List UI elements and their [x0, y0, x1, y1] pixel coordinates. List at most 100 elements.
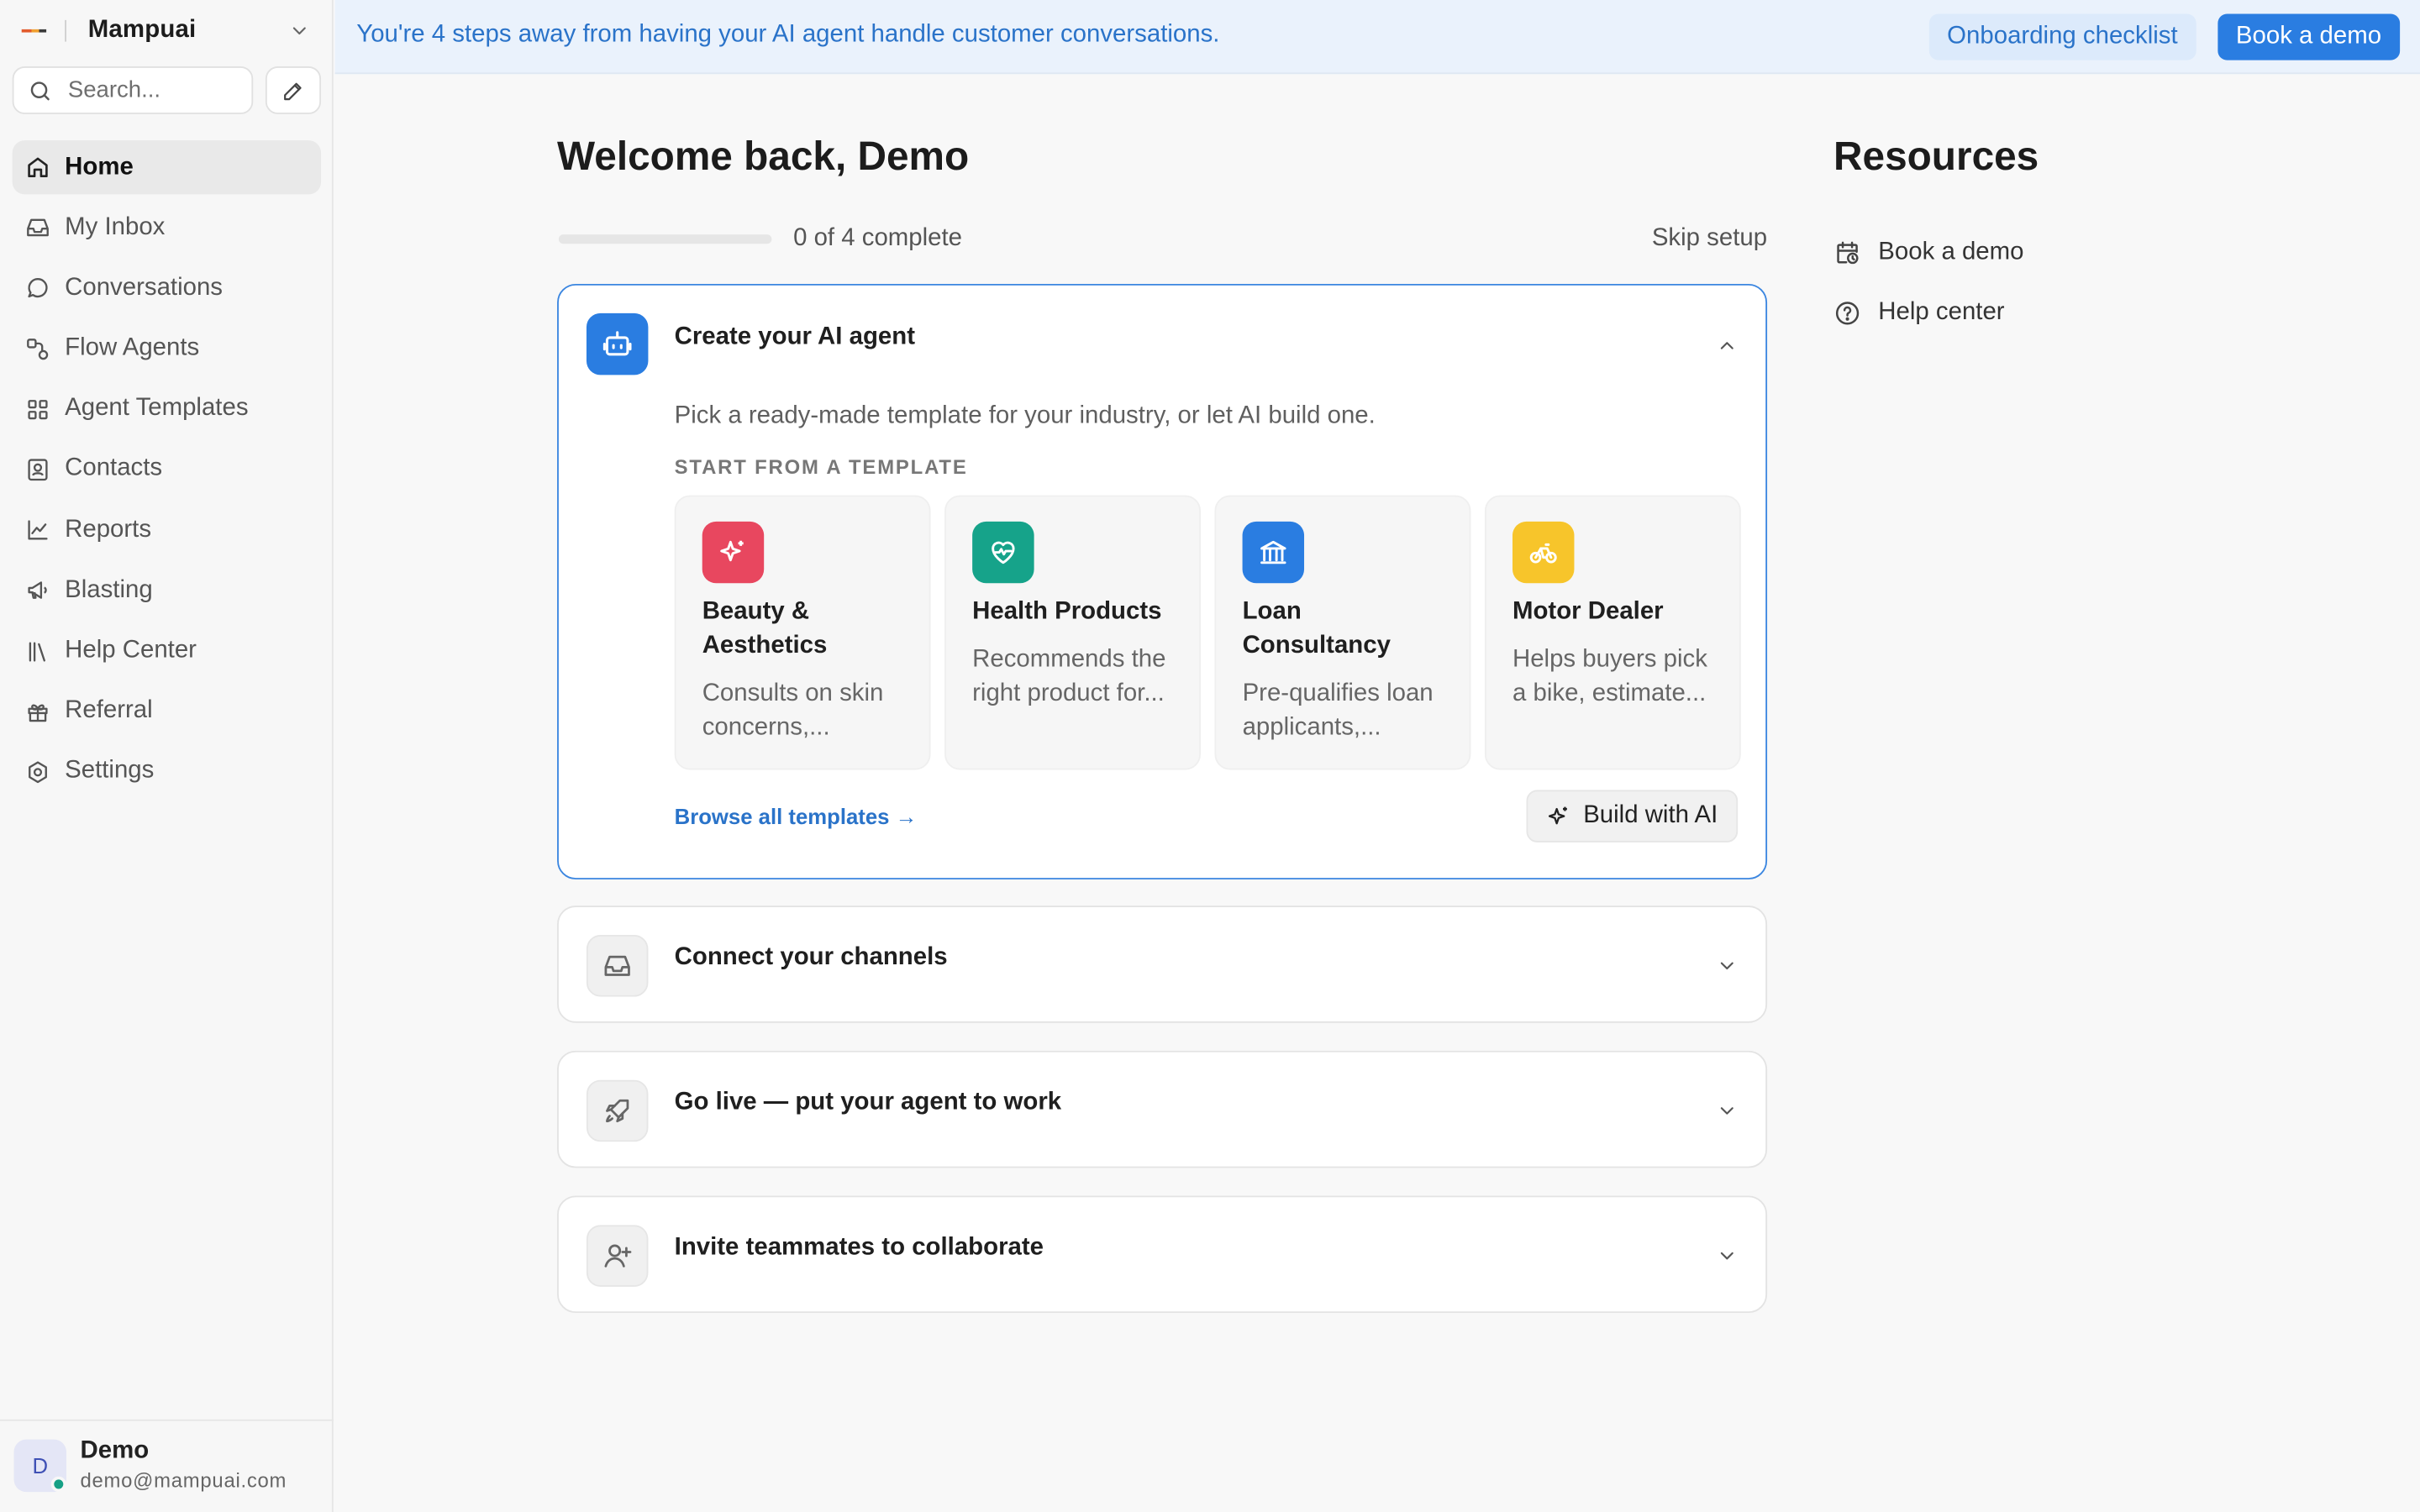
- resource-help-center[interactable]: Help center: [1833, 299, 2005, 327]
- sidebar-item-reports[interactable]: Reports: [13, 503, 321, 557]
- sidebar-item-blasting[interactable]: Blasting: [13, 564, 321, 617]
- compose-button[interactable]: [265, 66, 322, 114]
- grid-icon: [28, 399, 48, 419]
- template-list: Beauty & Aesthetics Consults on skin con…: [674, 495, 1741, 770]
- onboarding-checklist-button[interactable]: Onboarding checklist: [1928, 13, 2196, 60]
- workspace-switcher[interactable]: Mampuai: [21, 13, 310, 50]
- bank-icon: [1242, 521, 1305, 584]
- inbox-icon: [27, 218, 49, 237]
- progress-bar: [558, 234, 772, 244]
- sidebar-item-label: Flow Agents: [65, 334, 200, 361]
- template-description: Helps buyers pick a bike, estimate...: [1512, 646, 1707, 707]
- sidebar-item-label: Agent Templates: [65, 395, 249, 422]
- template-name: Health Products: [972, 598, 1162, 625]
- sidebar: Mampuai Home My Inbox Conversations: [0, 0, 334, 1512]
- step-card-invite-teammates[interactable]: Invite teammates to collaborate: [557, 1195, 1768, 1314]
- workspace-name: Mampuai: [87, 17, 197, 44]
- sidebar-item-label: Help Center: [65, 637, 197, 664]
- build-with-ai-button[interactable]: Build with AI: [1526, 790, 1739, 843]
- sidebar-item-label: Blasting: [65, 576, 153, 603]
- build-with-ai-label: Build with AI: [1583, 802, 1718, 829]
- template-card-health[interactable]: Health Products Recommends the right pro…: [944, 495, 1201, 770]
- onboarding-banner: You're 4 steps away from having your AI …: [334, 0, 2420, 75]
- gift-icon: [28, 703, 48, 722]
- sidebar-item-label: My Inbox: [65, 213, 166, 240]
- sidebar-item-referral[interactable]: Referral: [13, 685, 321, 738]
- home-icon: [28, 157, 48, 177]
- page-title: Welcome back, Demo: [557, 132, 970, 180]
- sidebar-item-my-inbox[interactable]: My Inbox: [13, 201, 321, 255]
- user-email: demo@mampuai.com: [80, 1468, 287, 1493]
- resources-title: Resources: [1833, 132, 2039, 180]
- workspace-logo: [21, 29, 47, 33]
- book-demo-button[interactable]: Book a demo: [2217, 13, 2401, 60]
- user-plus-icon: [586, 1225, 649, 1287]
- templates-heading: START FROM A TEMPLATE: [674, 454, 968, 479]
- browse-templates-link[interactable]: Browse all templates →: [675, 804, 918, 828]
- sidebar-item-help-center[interactable]: Help Center: [13, 624, 321, 678]
- gear-icon: [29, 761, 47, 783]
- chevron-down-icon[interactable]: [1716, 955, 1738, 977]
- template-description: Recommends the right product for...: [972, 646, 1166, 707]
- template-name: Beauty & Aesthetics: [702, 598, 828, 659]
- sidebar-nav: Home My Inbox Conversations Flow Agents …: [12, 140, 322, 806]
- template-name: Motor Dealer: [1512, 598, 1664, 625]
- sidebar-item-settings[interactable]: Settings: [13, 745, 321, 799]
- online-status-dot: [50, 1476, 66, 1493]
- skip-setup-link[interactable]: Skip setup: [1652, 225, 1767, 253]
- resource-book-demo[interactable]: Book a demo: [1833, 239, 2023, 267]
- search-box[interactable]: [12, 66, 254, 114]
- rocket-icon: [586, 1079, 649, 1142]
- contact-card-icon: [28, 459, 48, 481]
- sidebar-item-label: Contacts: [65, 455, 163, 482]
- template-card-motor[interactable]: Motor Dealer Helps buyers pick a bike, e…: [1484, 495, 1741, 770]
- sidebar-item-label: Home: [65, 153, 134, 180]
- search-icon: [30, 81, 50, 100]
- sidebar-item-label: Referral: [65, 697, 153, 724]
- pencil-icon: [284, 81, 302, 100]
- user-name: Demo: [80, 1437, 150, 1465]
- chevron-down-icon[interactable]: [1716, 1245, 1738, 1267]
- step-title: Invite teammates to collaborate: [674, 1234, 1044, 1261]
- chevron-up-icon[interactable]: [1716, 335, 1738, 357]
- sparkles-icon: [702, 521, 765, 584]
- chevron-down-icon[interactable]: [1716, 1100, 1738, 1122]
- user-profile[interactable]: D Demo demo@mampuai.com: [0, 1419, 334, 1512]
- sparkles-icon: [1548, 806, 1567, 825]
- resource-label: Book a demo: [1878, 239, 2024, 265]
- progress-text: 0 of 4 complete: [793, 225, 963, 252]
- step-title: Connect your channels: [674, 944, 948, 971]
- bike-icon: [1512, 521, 1575, 584]
- sidebar-item-conversations[interactable]: Conversations: [13, 261, 321, 315]
- chevron-down-icon: [292, 27, 306, 35]
- sidebar-item-agent-templates[interactable]: Agent Templates: [13, 382, 321, 436]
- search-input[interactable]: [65, 75, 241, 105]
- resource-label: Help center: [1878, 299, 2005, 326]
- calendar-clock-icon: [1837, 241, 1859, 265]
- step-description: Pick a ready-made template for your indu…: [674, 402, 1376, 429]
- heart-pulse-icon: [972, 521, 1034, 584]
- robot-icon: [586, 312, 649, 375]
- sidebar-item-label: Reports: [65, 516, 152, 543]
- help-circle-icon: [1835, 302, 1860, 325]
- step-card-connect-channels[interactable]: Connect your channels: [557, 906, 1768, 1023]
- step-title[interactable]: Create your AI agent: [675, 324, 915, 352]
- template-name: Loan Consultancy: [1242, 598, 1391, 659]
- library-icon: [29, 641, 45, 661]
- sidebar-item-contacts[interactable]: Contacts: [13, 443, 321, 496]
- sidebar-item-label: Conversations: [65, 274, 224, 301]
- template-card-beauty[interactable]: Beauty & Aesthetics Consults on skin con…: [674, 495, 931, 770]
- template-card-loan[interactable]: Loan Consultancy Pre-qualifies loan appl…: [1214, 495, 1471, 770]
- step-title: Go live — put your agent to work: [674, 1089, 1062, 1116]
- step-card-go-live[interactable]: Go live — put your agent to work: [557, 1050, 1768, 1168]
- sidebar-item-label: Settings: [65, 758, 155, 785]
- flow-icon: [27, 338, 49, 360]
- step-card-create-agent: Create your AI agent Pick a ready-made t…: [557, 283, 1768, 879]
- workspace-divider: [65, 19, 66, 42]
- inbox-icon: [586, 935, 649, 997]
- template-description: Consults on skin concerns,...: [702, 680, 884, 741]
- template-description: Pre-qualifies loan applicants,...: [1242, 680, 1434, 741]
- sidebar-item-flow-agents[interactable]: Flow Agents: [13, 322, 321, 375]
- sidebar-item-home[interactable]: Home: [12, 140, 322, 195]
- banner-text: You're 4 steps away from having your AI …: [356, 21, 1220, 48]
